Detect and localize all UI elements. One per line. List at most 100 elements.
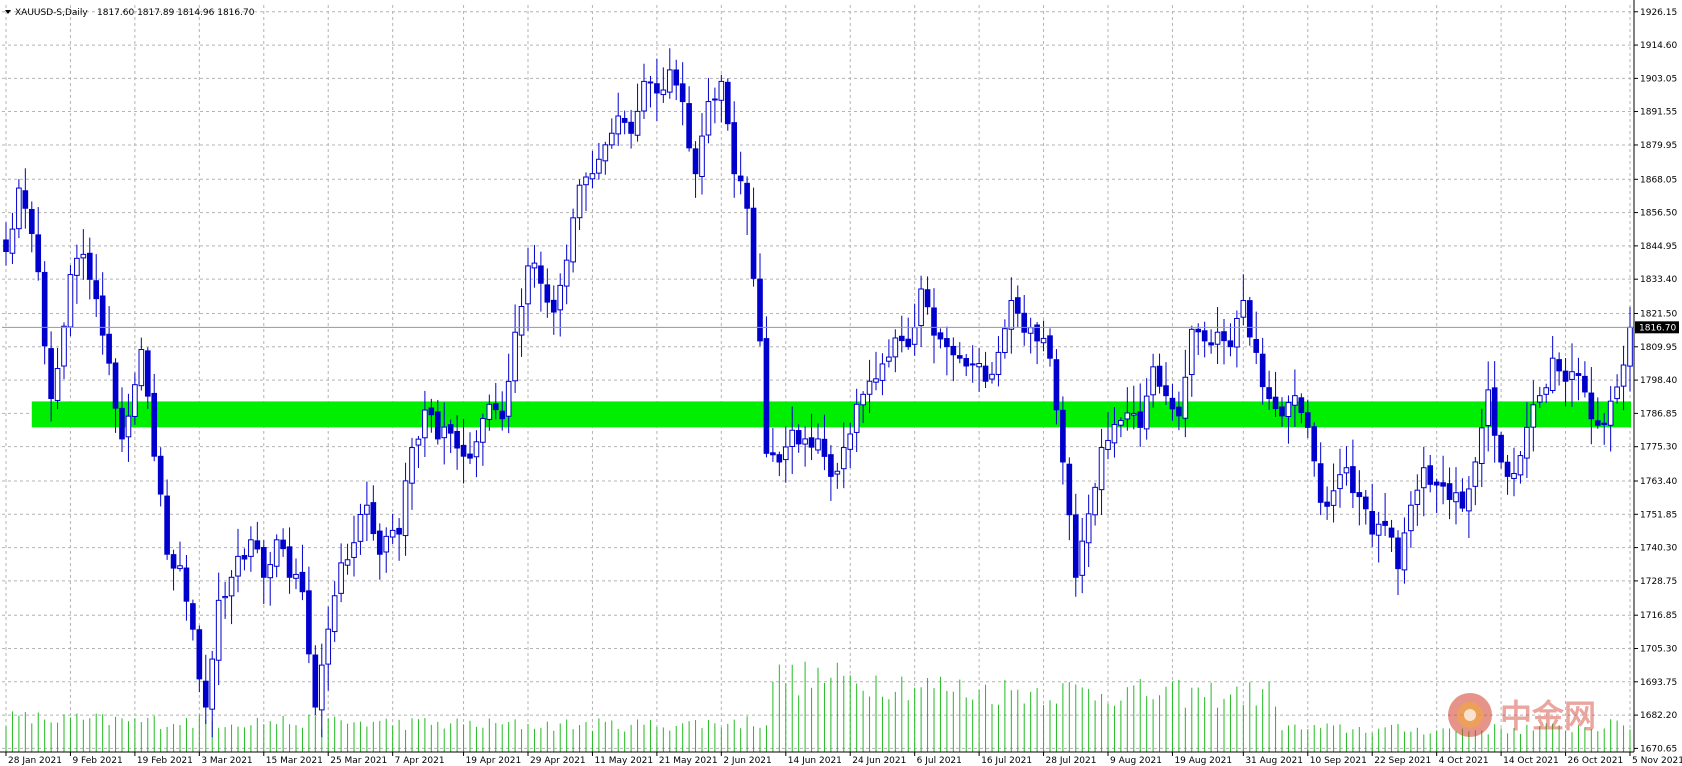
candle-body-bull <box>344 559 351 566</box>
candle-body-bear <box>1582 375 1588 393</box>
candle-body-bear <box>1137 411 1144 428</box>
candle-body-bull <box>918 288 924 327</box>
x-tick-label: 2 Jun 2021 <box>723 756 771 766</box>
candle-body-bull <box>1124 412 1131 420</box>
candle-body-bear <box>1588 392 1595 420</box>
watermark-text: 中金网 <box>1500 697 1596 735</box>
candle-body-bull <box>138 349 145 387</box>
candle-body-bull <box>886 356 892 362</box>
candle-body-bull <box>1530 404 1537 428</box>
candlestick-chart[interactable]: 1816.70 1926.15 1914.60 1903.05 1891.55 1879… <box>0 0 1682 766</box>
candle-body-bear <box>1169 397 1176 410</box>
y-tick-label: 1891.55 <box>1640 108 1677 118</box>
candle-body-bull <box>1111 423 1118 444</box>
candle-body-bull <box>570 217 576 263</box>
candle-body-bull <box>1536 395 1543 403</box>
y-tick-label: 1821.50 <box>1640 309 1677 319</box>
candle-body-bear <box>260 547 267 578</box>
candle-body-bull <box>1330 490 1337 506</box>
candle-body-bull <box>1343 467 1350 474</box>
x-tick-label: 22 Sep 2021 <box>1374 756 1431 766</box>
candle-body-bear <box>1246 300 1253 338</box>
candle-body-bull <box>486 403 493 420</box>
candle-body-bull <box>1466 488 1472 512</box>
candle-body-bull <box>853 403 860 433</box>
candle-body-bear <box>1433 481 1440 486</box>
candle-body-bear <box>1272 396 1279 410</box>
x-tick-label: 24 Jun 2021 <box>852 756 906 766</box>
x-tick-label: 31 Aug 2021 <box>1245 756 1303 766</box>
x-tick-label: 5 Nov 2021 <box>1632 756 1682 766</box>
candle <box>724 78 731 131</box>
candle-body-bear <box>1427 465 1434 485</box>
candle-body-bear <box>28 208 35 234</box>
candle-body-bull <box>840 447 847 470</box>
candle-body-bull <box>364 504 370 515</box>
candle-body-bear <box>299 571 306 593</box>
candle-body-bear <box>1601 422 1608 425</box>
candle-body-bear <box>1066 463 1073 516</box>
candle-body-bear <box>1317 463 1324 503</box>
candle-body-bull <box>1420 467 1427 489</box>
candle-body-bull <box>357 513 364 542</box>
candle-body-bull <box>402 480 409 537</box>
candle-body-bear <box>467 453 473 459</box>
candle-body-bull <box>1511 472 1517 479</box>
y-tick-label: 1798.40 <box>1640 376 1677 386</box>
candle-body-bear <box>183 567 190 602</box>
x-tick-label: 3 Mar 2021 <box>201 756 252 766</box>
candle-body-bull <box>531 262 538 269</box>
candle-body-bear <box>119 407 125 440</box>
candle-body-bear <box>3 239 9 253</box>
candle-body-bull <box>1143 395 1150 430</box>
candle-body-bear <box>692 148 699 175</box>
y-tick-label: 1728.75 <box>1640 577 1677 587</box>
candle-body-bear <box>170 554 177 569</box>
candle-body-bear <box>673 69 680 86</box>
candle-body-bear <box>428 407 435 416</box>
candle-body-bull <box>608 132 615 146</box>
candle-body-bear <box>898 335 905 342</box>
candle-body-bull <box>705 101 712 136</box>
candle-body-bear <box>628 121 634 134</box>
candle-body-bull <box>634 110 641 136</box>
candle-body-bear <box>1382 520 1388 526</box>
candle-body-bear <box>621 117 628 123</box>
y-tick-label: 1903.05 <box>1640 74 1677 84</box>
candle-body-bear <box>1324 501 1330 507</box>
chart-window[interactable]: 1816.70 1926.15 1914.60 1903.05 1891.55 1879… <box>0 0 1682 766</box>
candle-body-bull <box>1085 513 1092 544</box>
candle-body-bull <box>1543 387 1550 395</box>
candle-body-bear <box>93 280 100 300</box>
candle-body-bear <box>1053 359 1060 411</box>
candle-body-bear <box>956 355 963 359</box>
candle-body-bull <box>660 89 667 96</box>
candle-body-bull <box>389 529 396 538</box>
candle-body-bear <box>757 278 763 342</box>
support-zone <box>31 401 1631 428</box>
candle-body-bear <box>396 527 402 535</box>
x-tick-label: 14 Jun 2021 <box>788 756 842 766</box>
candle-body-bull <box>1002 328 1008 354</box>
candle-body-bull <box>209 658 216 710</box>
candle-body-bear <box>1021 312 1028 333</box>
candle-body-bull <box>995 351 1002 375</box>
candle-body-bull <box>802 438 808 445</box>
candle-body-bear <box>808 437 815 448</box>
candle-body-bear <box>1350 466 1356 494</box>
candle-body-bull <box>976 363 982 368</box>
candle-body-bull <box>518 306 525 336</box>
candle-body-bull <box>1130 412 1137 416</box>
x-tick-label: 11 May 2021 <box>594 756 653 766</box>
candle-body-bull <box>1627 326 1633 367</box>
candle-body-bear <box>1594 420 1601 426</box>
candle-body-bear <box>1060 409 1066 463</box>
candle-body-bull <box>1485 389 1492 427</box>
candle-body-bull <box>331 595 338 633</box>
candle-body-bear <box>1163 385 1169 397</box>
candle-body-bear <box>544 284 551 303</box>
x-tick-label: 29 Apr 2021 <box>530 756 586 766</box>
candle-body-bull <box>16 187 22 230</box>
candle-body-bull <box>576 184 583 219</box>
x-tick-label: 28 Jul 2021 <box>1046 756 1097 766</box>
